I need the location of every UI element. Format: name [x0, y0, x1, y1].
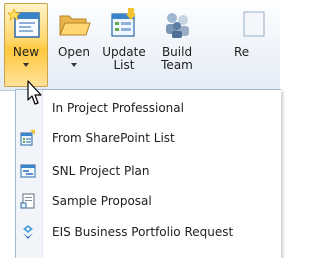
menu-item-sample-proposal[interactable]: Sample Proposal — [16, 186, 281, 216]
sample-proposal-icon — [20, 193, 36, 209]
update-list-button[interactable]: Update List — [99, 4, 149, 84]
menu-item-eis-business-portfolio-request[interactable]: EIS Business Portfolio Request — [16, 217, 281, 247]
build-team-button-label: Build Team — [161, 45, 193, 72]
open-button-label: Open — [57, 45, 91, 59]
menu-item-label: SNL Project Plan — [52, 164, 150, 178]
update-list-icon — [106, 6, 142, 42]
resource-button-label: Re — [234, 45, 250, 59]
menu-item-label: EIS Business Portfolio Request — [52, 225, 234, 239]
portfolio-request-icon — [20, 224, 36, 240]
menu-item-label: Sample Proposal — [52, 194, 152, 208]
resource-icon — [240, 6, 276, 42]
new-button[interactable]: New — [4, 3, 48, 87]
resource-button[interactable]: Re — [232, 4, 280, 84]
project-plan-icon — [20, 163, 36, 179]
menu-item-label: In Project Professional — [52, 101, 184, 115]
sharepoint-list-icon — [20, 130, 36, 146]
new-dropdown-menu: In Project Professional From SharePoint … — [15, 89, 281, 258]
mouse-pointer-icon — [27, 80, 45, 106]
new-button-label: New — [12, 45, 40, 59]
open-folder-icon — [56, 6, 92, 42]
update-list-button-label: Update List — [102, 45, 146, 72]
chevron-down-icon — [23, 63, 29, 67]
new-document-icon — [8, 7, 44, 43]
build-team-icon — [159, 6, 195, 42]
open-button[interactable]: Open — [52, 4, 96, 84]
menu-item-in-project-professional[interactable]: In Project Professional — [16, 93, 281, 123]
menu-item-snl-project-plan[interactable]: SNL Project Plan — [16, 156, 281, 186]
chevron-down-icon — [71, 63, 77, 67]
ribbon: New Open Update List Build Team Re — [0, 0, 280, 91]
build-team-button[interactable]: Build Team — [152, 4, 202, 84]
menu-item-from-sharepoint-list[interactable]: From SharePoint List — [16, 123, 281, 153]
menu-item-label: From SharePoint List — [52, 131, 175, 145]
